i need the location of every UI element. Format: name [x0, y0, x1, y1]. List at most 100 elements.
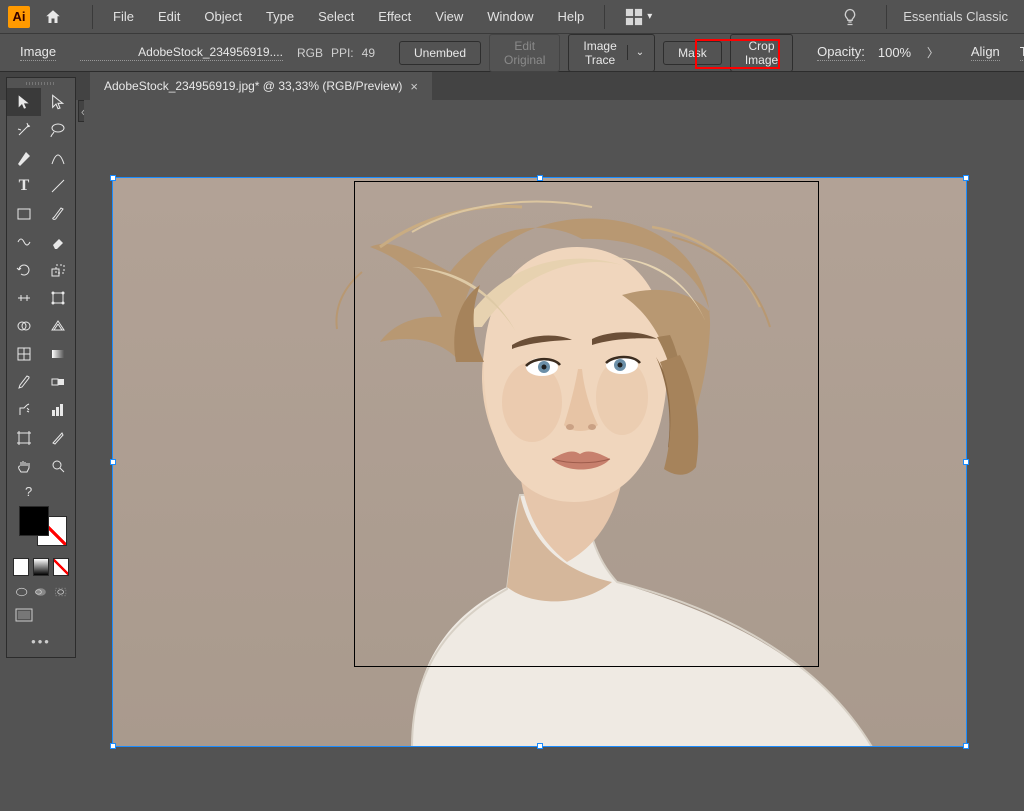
artboard-icon	[16, 430, 32, 446]
type-tool[interactable]: T	[7, 172, 41, 200]
perspective-icon	[50, 318, 66, 334]
scale-tool[interactable]	[41, 256, 75, 284]
draw-inside-icon[interactable]	[54, 584, 67, 600]
image-trace-label: Image Trace	[583, 39, 616, 67]
arrange-documents[interactable]: ▾	[625, 8, 652, 26]
free-transform-tool[interactable]	[41, 284, 75, 312]
direct-selection-tool[interactable]	[41, 88, 75, 116]
eraser-icon	[50, 234, 66, 250]
document-tab-bar: AdobeStock_234956919.jpg* @ 33,33% (RGB/…	[0, 72, 1024, 100]
gradient-mode[interactable]	[33, 558, 49, 576]
opacity-value[interactable]: 100%	[873, 42, 913, 63]
sprayer-icon	[16, 402, 32, 418]
image-trace-button[interactable]: Image Trace ⌄	[568, 34, 655, 72]
rectangle-icon	[16, 206, 32, 222]
home-button[interactable]	[40, 5, 66, 29]
blend-tool[interactable]	[41, 368, 75, 396]
pen-tool[interactable]	[7, 144, 41, 172]
lasso-tool[interactable]	[41, 116, 75, 144]
menu-edit[interactable]: Edit	[146, 5, 192, 28]
fill-swatch[interactable]	[19, 506, 49, 536]
color-mode-label: RGB	[297, 46, 323, 60]
control-bar: Image AdobeStock_234956919.... RGB PPI: …	[0, 34, 1024, 72]
direct-selection-icon	[50, 94, 66, 110]
draw-behind-icon[interactable]	[34, 584, 47, 600]
paintbrush-tool[interactable]	[41, 200, 75, 228]
artboard-tool[interactable]	[7, 424, 41, 452]
column-graph-tool[interactable]	[41, 396, 75, 424]
menu-select[interactable]: Select	[306, 5, 366, 28]
gradient-icon	[50, 346, 66, 362]
ppi-label: PPI:	[331, 46, 354, 60]
hand-icon	[16, 458, 32, 474]
eraser-tool[interactable]	[41, 228, 75, 256]
close-tab-icon[interactable]: ×	[410, 79, 418, 94]
zoom-tool[interactable]	[41, 452, 75, 480]
ppi-value: 49	[362, 46, 375, 60]
selection-tool[interactable]	[7, 88, 41, 116]
menu-type[interactable]: Type	[254, 5, 306, 28]
shaper-icon	[16, 234, 32, 250]
selection-type[interactable]: Image	[20, 44, 56, 61]
perspective-grid-tool[interactable]	[41, 312, 75, 340]
placed-image[interactable]	[112, 177, 967, 747]
brush-icon	[50, 206, 66, 222]
menu-help[interactable]: Help	[545, 5, 596, 28]
magic-wand-tool[interactable]	[7, 116, 41, 144]
color-mode[interactable]	[13, 558, 29, 576]
toolbox-grip[interactable]	[7, 78, 75, 88]
mask-button[interactable]: Mask	[663, 41, 722, 65]
unembed-button[interactable]: Unembed	[399, 41, 481, 65]
linked-file-name[interactable]: AdobeStock_234956919....	[80, 45, 283, 61]
hand-tool[interactable]	[7, 452, 41, 480]
width-tool[interactable]	[7, 284, 41, 312]
chevron-down-icon[interactable]: ⌄	[627, 45, 650, 60]
help-hint-icon: ?	[25, 484, 32, 499]
menu-view[interactable]: View	[423, 5, 475, 28]
eyedropper-tool[interactable]	[7, 368, 41, 396]
chevron-right-icon[interactable]: 〉	[927, 44, 939, 61]
menu-bar: Ai File Edit Object Type Select Effect V…	[0, 0, 1024, 34]
align-link[interactable]: Align	[971, 44, 1000, 61]
curvature-icon	[50, 150, 66, 166]
screen-mode[interactable]	[7, 604, 75, 628]
transform-link[interactable]: Transform	[1020, 44, 1024, 61]
none-mode[interactable]	[53, 558, 69, 576]
menu-effect[interactable]: Effect	[366, 5, 423, 28]
line-segment-tool[interactable]	[41, 172, 75, 200]
mesh-tool[interactable]	[7, 340, 41, 368]
edit-original-button: Edit Original	[489, 34, 560, 72]
gradient-tool[interactable]	[41, 340, 75, 368]
menu-object[interactable]: Object	[192, 5, 254, 28]
shape-builder-tool[interactable]	[7, 312, 41, 340]
color-mode-row	[7, 554, 75, 580]
selection-icon	[16, 94, 32, 110]
rectangle-tool[interactable]	[7, 200, 41, 228]
transform-icon	[50, 290, 66, 306]
slice-tool[interactable]	[41, 424, 75, 452]
workspace-switcher[interactable]: Essentials Classic	[895, 5, 1016, 28]
width-icon	[16, 290, 32, 306]
discover-button[interactable]	[840, 7, 860, 27]
menu-divider	[886, 5, 887, 29]
crop-image-button[interactable]: Crop Image	[730, 34, 793, 72]
app-logo: Ai	[8, 6, 30, 28]
edit-toolbar-button[interactable]: •••	[7, 628, 75, 657]
rotate-tool[interactable]	[7, 256, 41, 284]
opacity-label[interactable]: Opacity:	[817, 44, 865, 61]
menu-window[interactable]: Window	[475, 5, 545, 28]
lasso-icon	[50, 122, 66, 138]
rotate-icon	[16, 262, 32, 278]
draw-normal-icon[interactable]	[15, 584, 28, 600]
shaper-tool[interactable]	[7, 228, 41, 256]
canvas[interactable]	[84, 100, 1024, 811]
curvature-tool[interactable]	[41, 144, 75, 172]
blend-icon	[50, 374, 66, 390]
menu-file[interactable]: File	[101, 5, 146, 28]
screen-icon	[15, 608, 37, 624]
chevron-down-icon: ▾	[647, 11, 652, 22]
symbol-sprayer-tool[interactable]	[7, 396, 41, 424]
document-tab[interactable]: AdobeStock_234956919.jpg* @ 33,33% (RGB/…	[90, 72, 432, 100]
fill-stroke-swatches[interactable]: ?	[7, 502, 75, 554]
eyedropper-icon	[16, 374, 32, 390]
